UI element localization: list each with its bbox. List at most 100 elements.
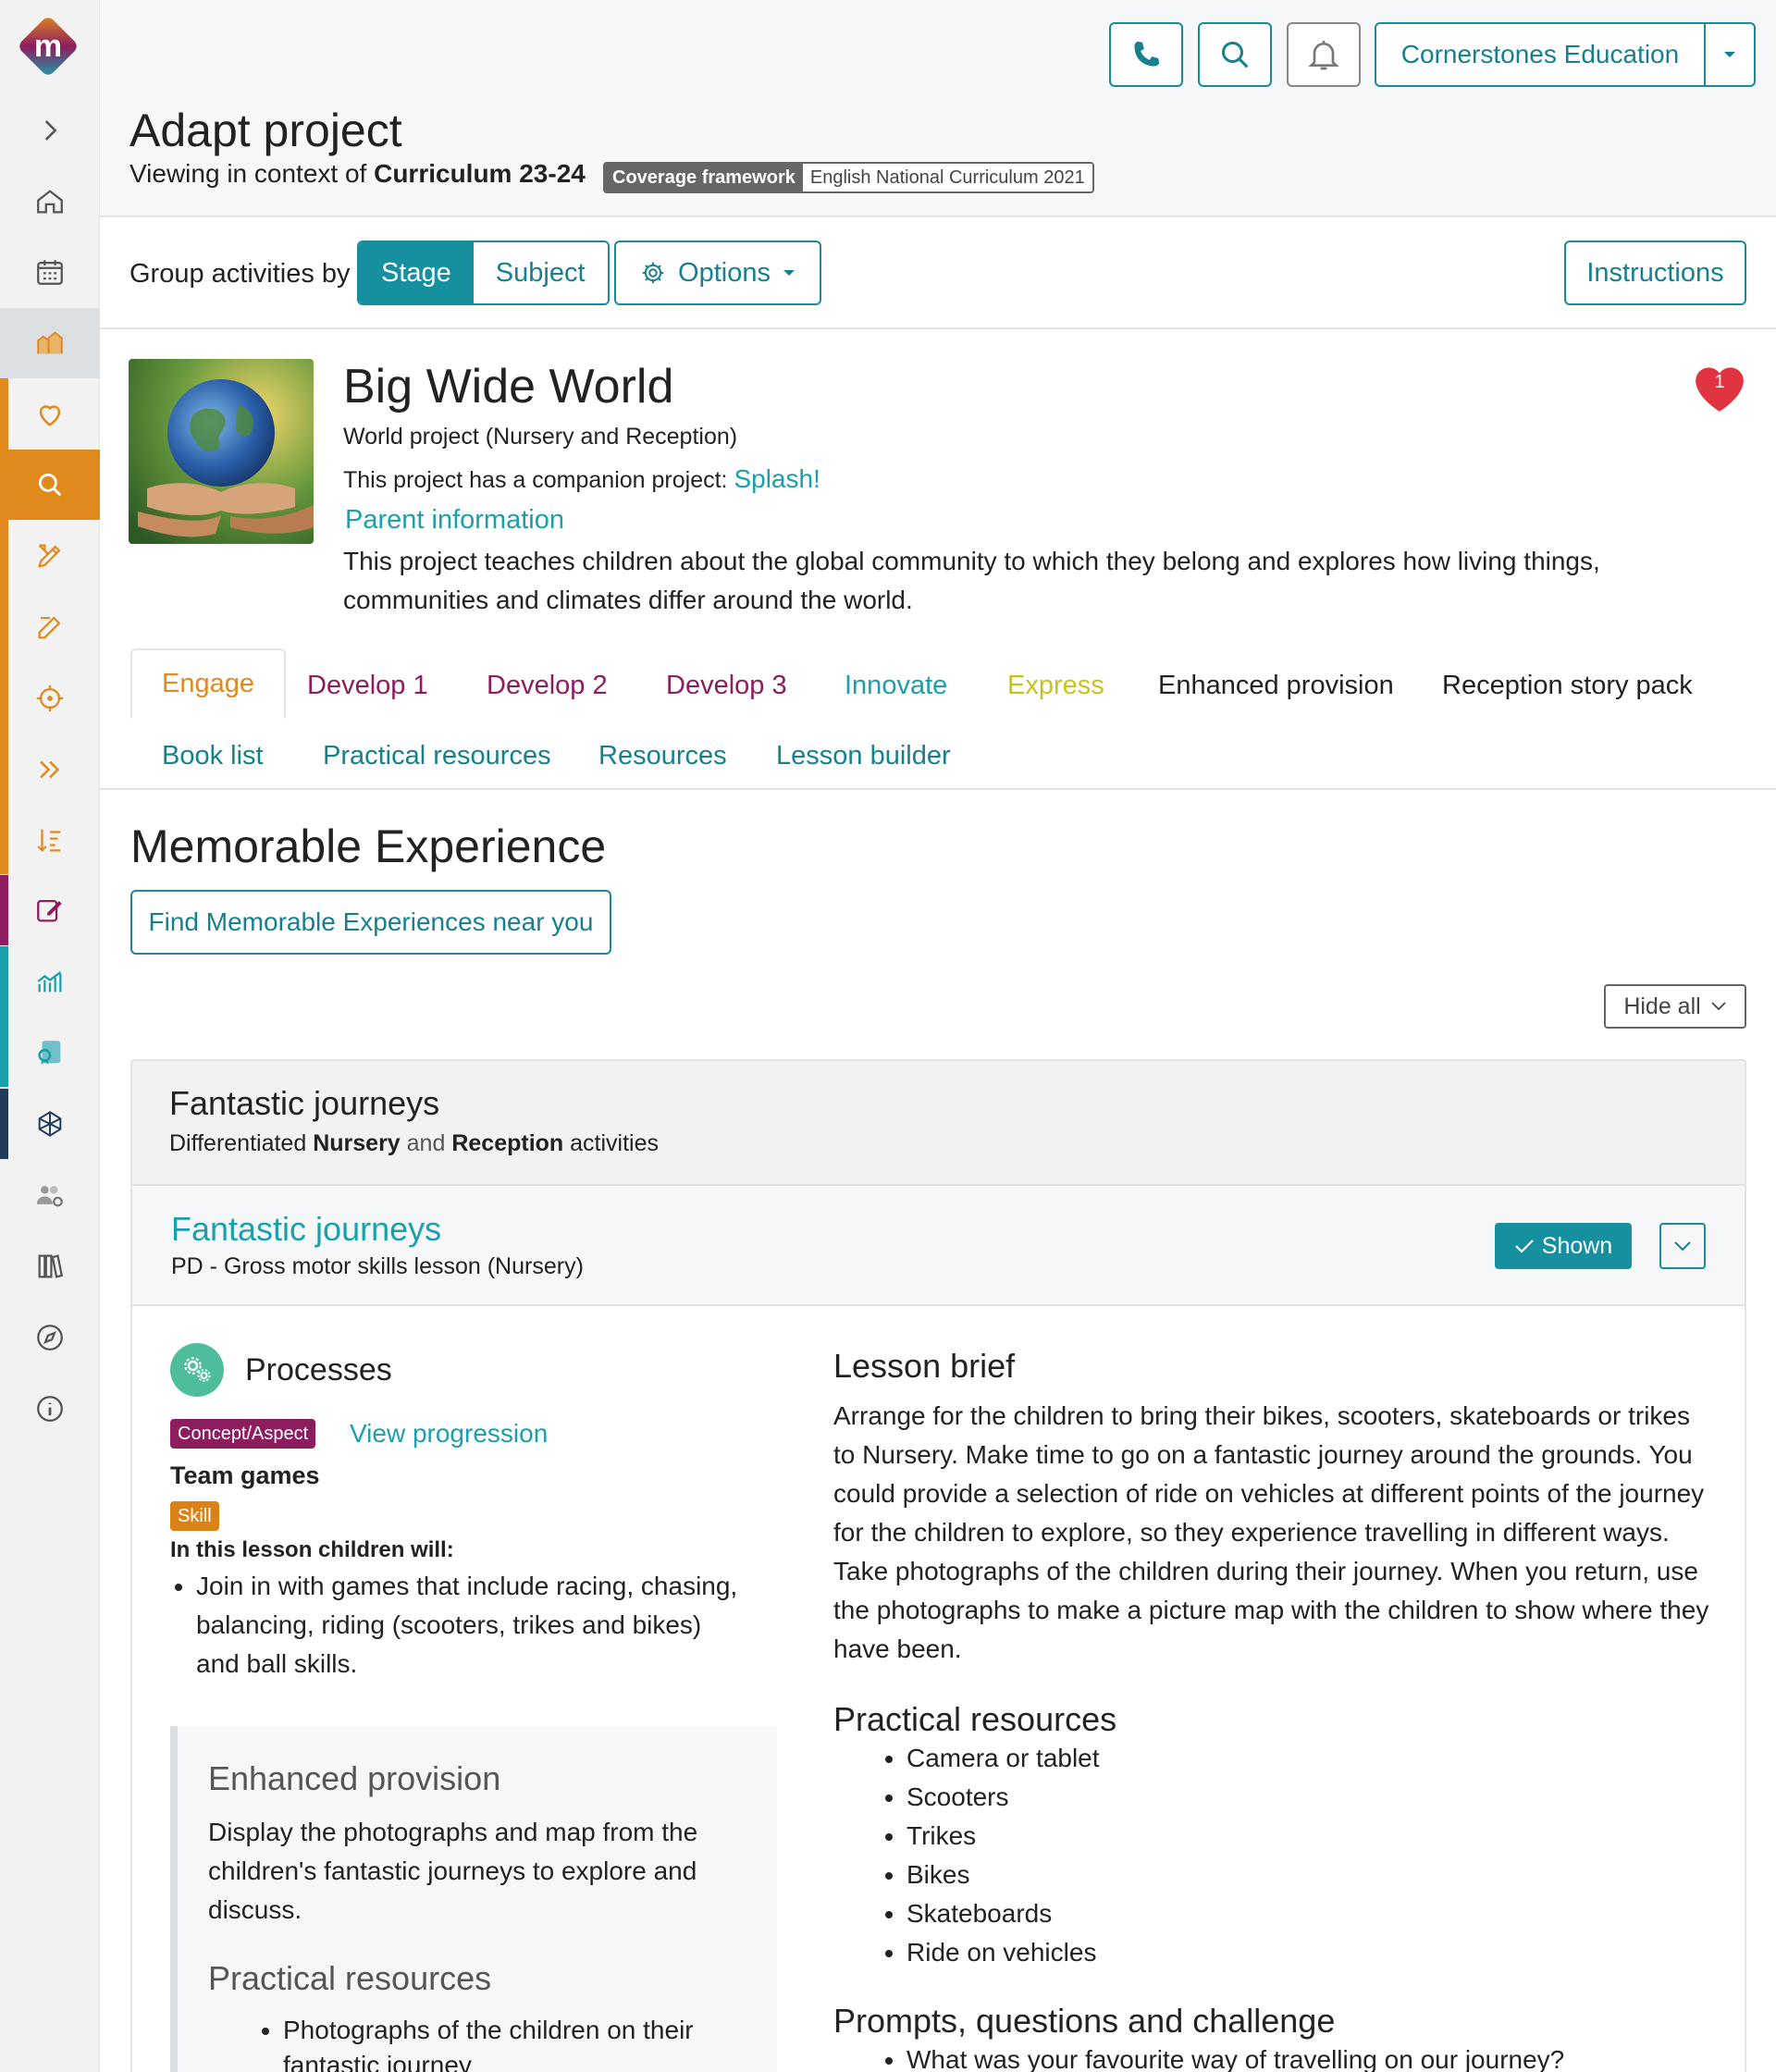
shown-toggle-button[interactable]: Shown	[1495, 1223, 1632, 1269]
tab-reception-story-pack[interactable]: Reception story pack	[1442, 650, 1693, 721]
instructions-button[interactable]: Instructions	[1564, 240, 1746, 305]
calendar-icon[interactable]	[0, 237, 100, 307]
section-title: Memorable Experience	[130, 820, 607, 872]
header-search-button[interactable]	[1198, 22, 1272, 87]
caret-down-icon	[783, 270, 795, 276]
projects-icon[interactable]	[0, 308, 100, 378]
subtitle-reception: Reception	[451, 1130, 564, 1156]
tab-enhanced-provision[interactable]: Enhanced provision	[1158, 650, 1394, 721]
list-item: Photographs of the children on their fan…	[283, 2013, 727, 2072]
prompts-list: What was your favourite way of travellin…	[906, 2041, 1564, 2072]
coverage-value: English National Curriculum 2021	[802, 164, 1092, 191]
group-by-toggle: Stage Subject	[357, 240, 610, 305]
companion-project-link[interactable]: Splash!	[734, 464, 820, 493]
context-line: Viewing in context of Curriculum 23-24	[130, 159, 586, 189]
list-item: Trikes	[906, 1817, 1100, 1856]
list-item: Scooters	[906, 1778, 1100, 1817]
processes-title: Processes	[245, 1352, 392, 1388]
tab-develop-2[interactable]: Develop 2	[487, 650, 608, 721]
enhanced-practical-resources-title: Practical resources	[208, 1959, 492, 1997]
lesson-brief-title: Lesson brief	[833, 1347, 1016, 1385]
activity-group-subtitle: Differentiated Nursery and Reception act…	[169, 1130, 659, 1157]
lesson-objectives-heading: In this lesson children will:	[170, 1537, 454, 1562]
brand-logo[interactable]: m	[15, 13, 81, 80]
home-icon[interactable]	[0, 166, 100, 237]
lesson-objectives-list: Join in with games that include racing, …	[196, 1567, 742, 1684]
tab-book-list[interactable]: Book list	[162, 721, 264, 791]
organisation-selector[interactable]: Cornerstones Education	[1375, 22, 1756, 87]
collapse-button[interactable]	[1659, 1223, 1706, 1269]
list-item: Ride on vehicles	[906, 1933, 1100, 1972]
organisation-name: Cornerstones Education	[1400, 40, 1680, 68]
list-item: Skateboards	[906, 1894, 1100, 1933]
heart-icon[interactable]	[0, 379, 100, 450]
view-progression-link[interactable]: View progression	[350, 1419, 548, 1449]
tab-innovate[interactable]: Innovate	[845, 650, 947, 721]
tab-express[interactable]: Express	[1007, 650, 1104, 721]
tab-develop-3[interactable]: Develop 3	[666, 650, 787, 721]
fast-forward-icon[interactable]	[0, 734, 100, 805]
project-title: Big Wide World	[343, 360, 674, 413]
edit-icon[interactable]	[0, 592, 100, 662]
hide-all-button[interactable]: Hide all	[1604, 984, 1746, 1029]
list-item: Camera or tablet	[906, 1739, 1100, 1778]
notifications-button[interactable]	[1287, 22, 1361, 87]
search-icon[interactable]	[0, 450, 100, 520]
analytics-icon[interactable]	[0, 946, 100, 1017]
svg-text:m: m	[34, 29, 62, 64]
project-tabs: Engage Develop 1 Develop 2 Develop 3 Inn…	[100, 648, 1776, 790]
parent-information-link[interactable]: Parent information	[345, 505, 564, 536]
compass-icon[interactable]	[0, 1302, 100, 1373]
phone-button[interactable]	[1109, 22, 1183, 87]
target-icon[interactable]	[0, 663, 100, 734]
options-label: Options	[678, 257, 771, 288]
shown-label: Shown	[1541, 1232, 1613, 1259]
group-by-subject-button[interactable]: Subject	[473, 242, 608, 303]
tab-engage[interactable]: Engage	[130, 648, 286, 719]
practical-resources-title: Practical resources	[833, 1700, 1117, 1738]
group-by-stage-button[interactable]: Stage	[359, 242, 474, 303]
page-title: Adapt project	[130, 105, 402, 156]
enhanced-provision-title: Enhanced provision	[208, 1759, 501, 1797]
bell-icon	[1308, 41, 1339, 70]
library-icon[interactable]	[0, 1231, 100, 1301]
design-tools-icon[interactable]	[0, 521, 100, 591]
project-description: This project teaches children about the …	[343, 547, 1600, 614]
chevron-down-icon	[1674, 1241, 1691, 1252]
context-value: Curriculum 23-24	[374, 159, 586, 188]
tab-resources[interactable]: Resources	[598, 721, 727, 791]
lesson-subtitle: PD - Gross motor skills lesson (Nursery)	[171, 1253, 584, 1279]
activity-group-title: Fantastic journeys	[169, 1084, 440, 1122]
gear-icon	[642, 262, 664, 284]
hide-all-label: Hide all	[1623, 993, 1701, 1019]
network-icon[interactable]	[0, 1089, 100, 1159]
page-header: Cornerstones Education Adapt project Vie…	[100, 0, 1776, 217]
toolbar: Group activities by Stage Subject Option…	[100, 218, 1776, 329]
subtitle-and: and	[406, 1130, 446, 1156]
skill-badge: Skill	[170, 1501, 219, 1531]
assessment-edit-icon[interactable]	[0, 875, 100, 945]
list-item: Bikes	[906, 1856, 1100, 1894]
list-item: Join in with games that include racing, …	[196, 1567, 742, 1684]
prompts-title: Prompts, questions and challenge	[833, 2002, 1336, 2040]
sidebar: m	[0, 0, 100, 2072]
concept-aspect-badge: Concept/Aspect	[170, 1419, 316, 1449]
options-button[interactable]: Options	[614, 240, 821, 305]
tab-lesson-builder[interactable]: Lesson builder	[776, 721, 951, 791]
practical-resources-list: Camera or tablet Scooters Trikes Bikes S…	[906, 1739, 1100, 1972]
tab-practical-resources[interactable]: Practical resources	[323, 721, 551, 791]
info-icon[interactable]	[0, 1374, 100, 1444]
lesson-brief-text: Arrange for the children to bring their …	[833, 1401, 1709, 1663]
find-experiences-button[interactable]: Find Memorable Experiences near you	[130, 890, 611, 955]
search-icon	[1222, 42, 1249, 68]
sort-icon[interactable]	[0, 805, 100, 875]
users-settings-icon[interactable]	[0, 1160, 100, 1230]
certificate-icon[interactable]	[0, 1018, 100, 1088]
expand-icon[interactable]	[0, 95, 100, 166]
favourite-count: 1	[1714, 372, 1725, 392]
lesson-title[interactable]: Fantastic journeys	[171, 1210, 441, 1249]
processes-gear-icon	[170, 1343, 224, 1397]
caret-down-icon[interactable]	[1704, 24, 1754, 85]
tab-develop-1[interactable]: Develop 1	[307, 650, 428, 721]
subtitle-suffix: activities	[570, 1130, 660, 1156]
